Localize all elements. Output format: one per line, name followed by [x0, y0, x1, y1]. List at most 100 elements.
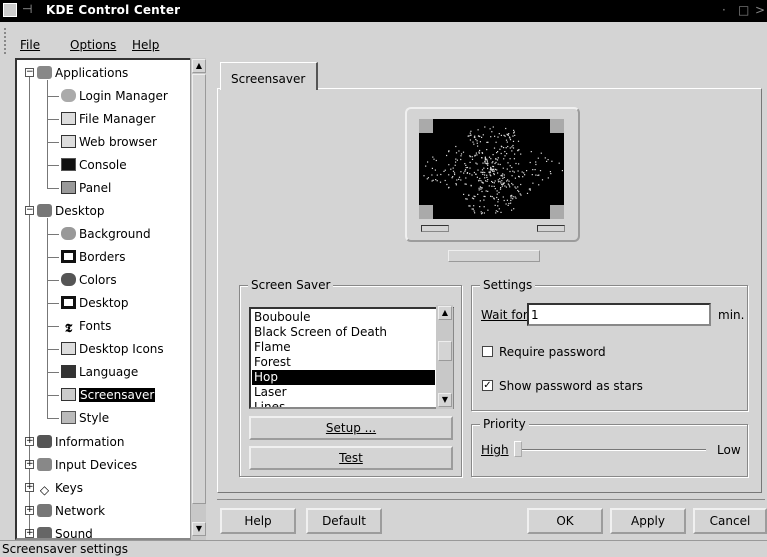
menu-options[interactable]: Options	[70, 38, 116, 52]
tree-item-desktop-icons[interactable]: Desktop Icons	[61, 339, 164, 359]
scroll-up-icon[interactable]: ▲	[438, 306, 452, 320]
apply-button[interactable]: Apply	[610, 508, 686, 534]
expand-information-icon[interactable]: +	[25, 437, 34, 446]
expand-input-devices-icon[interactable]: +	[25, 460, 34, 469]
preview-speck	[503, 199, 505, 202]
preview-speck	[477, 193, 479, 195]
module-tree[interactable]: − Applications Login Manager File Manage…	[15, 58, 195, 540]
test-button[interactable]: Test	[249, 446, 453, 470]
menubar-handle[interactable]	[4, 28, 10, 54]
menu-help[interactable]: Help	[132, 38, 159, 52]
priority-group-title: Priority	[480, 417, 529, 431]
tree-item-desktop[interactable]: Desktop	[61, 293, 129, 313]
menu-options-label: Options	[70, 38, 117, 52]
show-stars-checkbox[interactable]: ✓	[482, 380, 493, 391]
list-item[interactable]: Black Screen of Death	[254, 325, 387, 340]
preview-speck	[464, 169, 467, 171]
list-item[interactable]: Laser	[254, 385, 287, 400]
tree-item-panel[interactable]: Panel	[61, 178, 111, 198]
tree-item-console[interactable]: Console	[61, 155, 127, 175]
tree-item-screensaver[interactable]: Screensaver	[61, 385, 156, 405]
preview-speck	[532, 169, 534, 171]
scroll-down-icon[interactable]: ▼	[192, 522, 206, 536]
borders-icon	[61, 250, 76, 263]
tree-item-language[interactable]: Language	[61, 362, 138, 382]
tree-item-web-browser[interactable]: Web browser	[61, 132, 157, 152]
app-icon[interactable]	[3, 3, 17, 17]
preview-speck	[466, 172, 468, 174]
tree-scroll-thumb[interactable]	[192, 74, 206, 504]
collapse-applications-icon[interactable]: −	[25, 68, 34, 77]
preview-speck	[483, 167, 485, 169]
expand-keys-icon[interactable]: +	[25, 483, 34, 492]
preview-speck	[473, 210, 475, 212]
expand-network-icon[interactable]: +	[25, 506, 34, 515]
preview-speck	[493, 198, 495, 200]
preview-speck	[486, 149, 488, 151]
screensaver-list-scrollbar[interactable]: ▲ ▼	[436, 305, 453, 409]
preview-speck	[510, 195, 512, 197]
tree-item-style[interactable]: Style	[61, 408, 109, 428]
help-button[interactable]: Help	[220, 508, 296, 534]
list-item[interactable]: Bouboule	[254, 310, 310, 325]
preview-speck	[472, 208, 474, 210]
tree-item-colors[interactable]: Colors	[61, 270, 117, 290]
wait-for-input[interactable]	[527, 303, 711, 326]
list-scroll-thumb[interactable]	[438, 341, 452, 361]
cancel-button[interactable]: Cancel	[693, 508, 767, 534]
tree-item-information[interactable]: Information	[37, 432, 124, 452]
preview-speck	[473, 136, 475, 138]
preview-speck	[510, 199, 512, 202]
priority-slider-handle[interactable]	[514, 441, 522, 457]
maximize-icon[interactable]: □	[738, 3, 749, 17]
preview-speck	[498, 208, 500, 210]
tree-item-network[interactable]: Network	[37, 501, 105, 521]
collapse-desktop-icon[interactable]: −	[25, 206, 34, 215]
tab-screensaver[interactable]: Screensaver	[220, 62, 318, 90]
require-password-checkbox[interactable]	[482, 346, 493, 357]
tree-item-file-manager[interactable]: File Manager	[61, 109, 156, 129]
default-button[interactable]: Default	[306, 508, 382, 534]
preview-corner	[550, 119, 564, 133]
tree-scrollbar[interactable]: ▲ ▼	[190, 58, 206, 540]
information-icon	[37, 435, 52, 448]
list-item[interactable]: Lines	[254, 400, 285, 407]
preview-speck	[513, 171, 515, 173]
tree-item-label: Style	[79, 411, 110, 425]
tree-item-desktop-group[interactable]: Desktop	[37, 201, 105, 221]
close-icon[interactable]: >	[755, 3, 765, 17]
setup-button[interactable]: Setup ...	[249, 416, 453, 440]
preview-speck	[448, 174, 450, 176]
tree-item-fonts[interactable]: 𝕿 Fonts	[61, 316, 112, 336]
list-item-selected[interactable]: Hop	[252, 370, 435, 385]
preview-speck	[488, 156, 491, 158]
list-item[interactable]: Flame	[254, 340, 291, 355]
tree-item-input-devices[interactable]: Input Devices	[37, 455, 137, 475]
tree-item-keys[interactable]: ◇ Keys	[37, 478, 83, 498]
tree-item-login-manager[interactable]: Login Manager	[61, 86, 168, 106]
minimize-icon[interactable]: ·	[722, 3, 726, 17]
tree-item-background[interactable]: Background	[61, 224, 151, 244]
preview-speck	[502, 177, 504, 179]
priority-slider-track[interactable]	[516, 449, 706, 451]
tree-item-applications[interactable]: Applications	[37, 63, 128, 83]
preview-speck	[508, 180, 510, 182]
ok-button[interactable]: OK	[527, 508, 603, 534]
scroll-down-icon[interactable]: ▼	[438, 393, 452, 407]
pin-icon[interactable]: ⊣	[22, 2, 32, 16]
preview-speck	[479, 141, 481, 143]
preview-speck	[511, 166, 513, 169]
tree-item-borders[interactable]: Borders	[61, 247, 125, 267]
expand-sound-icon[interactable]: +	[25, 529, 34, 538]
tree-item-sound[interactable]: Sound	[37, 524, 93, 538]
preview-speck	[503, 174, 505, 176]
screensaver-list[interactable]: Bouboule Black Screen of Death Flame For…	[249, 307, 454, 409]
preview-speck	[489, 174, 491, 176]
list-item[interactable]: Forest	[254, 355, 291, 370]
preview-speck	[500, 134, 502, 136]
preview-speck	[505, 147, 507, 149]
menu-file[interactable]: File	[20, 38, 40, 52]
scroll-up-icon[interactable]: ▲	[192, 59, 206, 73]
preview-speck	[512, 184, 514, 186]
preview-speck	[497, 179, 499, 181]
